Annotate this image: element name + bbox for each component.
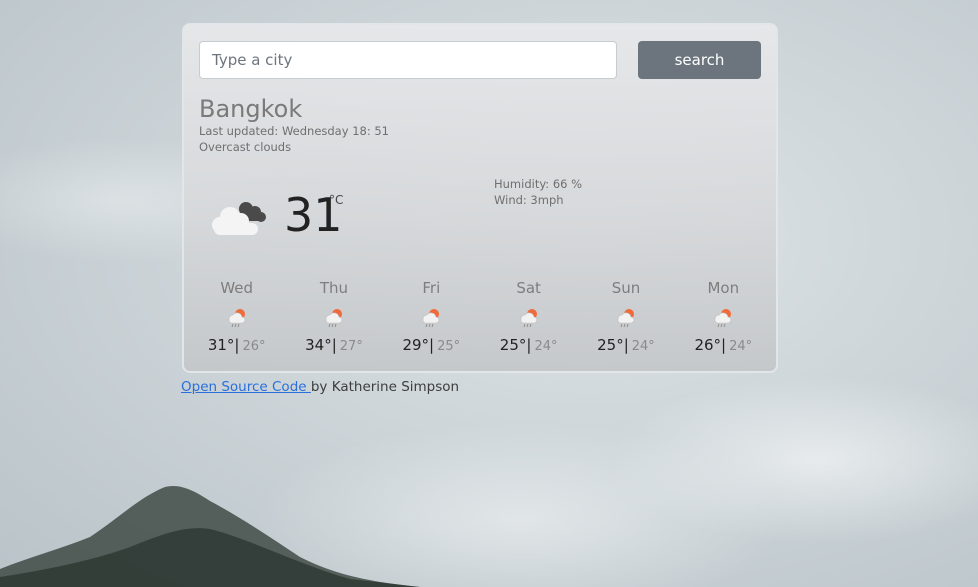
search-bar: search: [199, 41, 761, 79]
forecast-low: 25°: [437, 339, 461, 354]
weather-details: Humidity: 66 % Wind: 3mph: [494, 176, 582, 208]
forecast-day: Sat 25°| 24°: [480, 277, 577, 357]
forecast-high: 31°|: [207, 336, 240, 354]
forecast-low: 24°: [534, 339, 558, 354]
forecast-low: 27°: [339, 339, 363, 354]
mountain-silhouette: [0, 485, 420, 587]
humidity-text: Humidity: 66 %: [494, 177, 583, 191]
city-search-input[interactable]: [199, 41, 617, 79]
open-source-code-link[interactable]: Open Source Code: [181, 379, 311, 395]
forecast-high: 29°|: [402, 336, 435, 354]
forecast-high: 25°|: [499, 336, 532, 354]
rain-sun-icon: [422, 309, 440, 328]
forecast-day: Sun 25°| 24°: [577, 277, 674, 357]
forecast-day-name: Sun: [611, 279, 641, 297]
forecast-day-name: Sat: [516, 279, 541, 297]
rain-sun-icon: [228, 309, 245, 328]
rain-sun-icon: [714, 309, 732, 328]
forecast-low: 24°: [631, 339, 655, 354]
forecast-list: Wed 31°| 26° Thu 34°| 27° Fri 29°| 25° S…: [188, 277, 772, 357]
forecast-day-name: Fri: [422, 279, 441, 297]
forecast-day: Thu 34°| 27°: [285, 277, 382, 357]
weather-card: search Bangkok Last updated: Wednesday 1…: [182, 23, 778, 373]
last-updated-text: Last updated: Wednesday 18: 51: [199, 124, 389, 138]
current-weather: 31 °C: [208, 185, 408, 245]
forecast-day-name: Mon: [707, 279, 740, 297]
forecast-day-name: Thu: [319, 279, 349, 297]
forecast-high: 25°|: [597, 336, 629, 354]
forecast-high: 26°|: [694, 336, 727, 354]
forecast-day-name: Wed: [220, 279, 254, 297]
forecast-day: Fri 29°| 25°: [383, 277, 480, 357]
rain-sun-icon: [617, 309, 635, 328]
forecast-low: 24°: [729, 339, 753, 354]
forecast-high: 34°|: [305, 336, 337, 354]
weather-description: Overcast clouds: [199, 140, 292, 154]
search-button[interactable]: search: [638, 41, 761, 79]
author-credit: by Katherine Simpson: [310, 379, 460, 395]
wind-text: Wind: 3mph: [494, 193, 564, 207]
forecast-low: 26°: [242, 339, 266, 354]
rain-sun-icon: [520, 309, 537, 328]
forecast-day: Mon 26°| 24°: [675, 277, 772, 357]
temperature-unit: °C: [329, 193, 344, 207]
footer: Open Source Code by Katherine Simpson: [181, 379, 459, 395]
forecast-day: Wed 31°| 26°: [188, 277, 285, 357]
rain-sun-icon: [325, 309, 343, 328]
cloud-icon: [212, 202, 266, 235]
city-name: Bangkok: [199, 95, 303, 123]
